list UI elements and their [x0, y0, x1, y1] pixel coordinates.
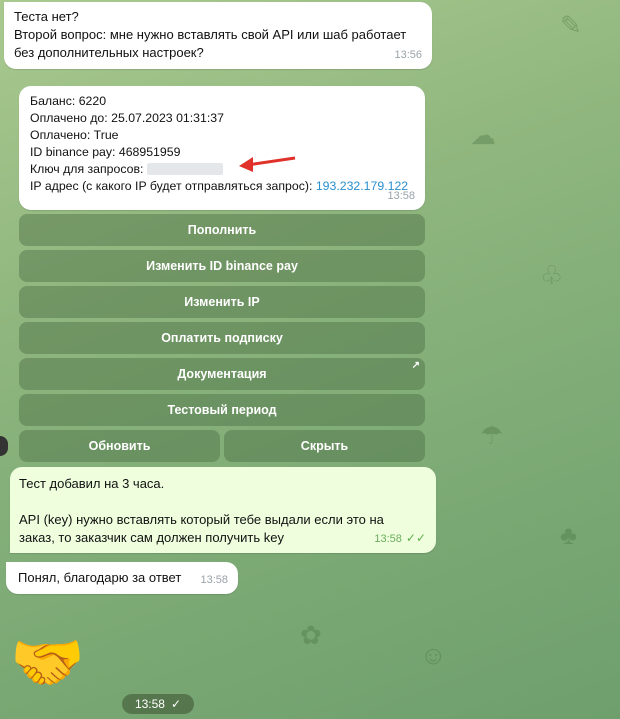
background-doodle: ☁ — [470, 120, 496, 150]
message-text: Понял, благодарю за ответ — [18, 570, 182, 585]
background-doodle: ☂ — [480, 420, 504, 450]
button-label: Обновить — [88, 439, 151, 453]
paid-until-text: Оплачено до: 25.07.2023 01:31:37 — [30, 110, 224, 125]
message-time: 13:58 — [387, 190, 415, 202]
hide-button[interactable]: Скрыть — [224, 430, 425, 462]
paid-status-text: Оплачено: True — [30, 127, 119, 142]
background-doodle: ✿ — [300, 620, 322, 650]
message-text: API (key) нужно вставлять который тебе в… — [19, 512, 384, 527]
ip-row: IP адрес (с какого IP будет отправляться… — [30, 178, 414, 195]
button-label: Оплатить подписку — [161, 331, 283, 345]
red-arrow-icon — [239, 156, 296, 172]
external-link-icon: ↗ — [411, 360, 420, 371]
time-text: 13:58 — [134, 697, 165, 711]
background-doodle: ✎ — [560, 10, 582, 40]
bot-info-message: Баланс: 6220 Оплачено до: 25.07.2023 01:… — [19, 86, 425, 210]
message-text: Второй вопрос: мне нужно вставлять свой … — [14, 27, 407, 42]
message-time: 13:58 ✓✓ — [374, 529, 426, 548]
api-key-redacted — [146, 163, 223, 176]
api-key-row: Ключ для запросов: — [30, 161, 414, 178]
ip-label: IP адрес (с какого IP будет отправляться… — [30, 178, 313, 193]
trial-period-button[interactable]: Тестовый период — [19, 394, 425, 426]
refresh-button[interactable]: Обновить — [19, 430, 220, 462]
button-label: Тестовый период — [167, 403, 277, 417]
button-label: Изменить ID binance pay — [146, 259, 298, 273]
background-doodle: ☺ — [420, 640, 447, 670]
incoming-message: Теста нет? Второй вопрос: мне нужно вста… — [4, 2, 432, 69]
incoming-message: Понял, благодарю за ответ 13:58 — [6, 562, 238, 594]
message-text: заказ, то заказчик сам должен получить k… — [19, 530, 284, 545]
binance-id-text: ID binance pay: 468951959 — [30, 144, 181, 159]
api-key-label: Ключ для запросов: — [30, 161, 144, 176]
topup-button[interactable]: Пополнить — [19, 214, 425, 246]
message-text: Теста нет? — [14, 9, 79, 24]
documentation-button[interactable]: Документация ↗ — [19, 358, 425, 390]
background-doodle: ♧ — [540, 260, 564, 290]
avatar[interactable] — [0, 436, 8, 456]
balance-text: Баланс: 6220 — [30, 94, 107, 108]
handshake-sticker[interactable]: 🤝 — [10, 628, 110, 698]
change-binance-id-button[interactable]: Изменить ID binance pay — [19, 250, 425, 282]
message-text: без дополнительных настроек? — [14, 45, 204, 60]
button-label: Пополнить — [187, 223, 257, 237]
button-label: Изменить IP — [184, 295, 260, 309]
message-time: 13:58 — [200, 574, 228, 586]
message-text: Тест добавил на 3 часа. — [19, 476, 165, 491]
sent-tick-icon: ✓ — [170, 697, 182, 711]
button-label: Скрыть — [300, 439, 349, 453]
message-time: 13:56 — [394, 49, 422, 61]
time-text: 13:58 — [374, 533, 402, 545]
change-ip-button[interactable]: Изменить IP — [19, 286, 425, 318]
background-doodle: ♣ — [560, 520, 578, 550]
read-ticks-icon: ✓✓ — [405, 531, 426, 545]
outgoing-message: Тест добавил на 3 часа. API (key) нужно … — [10, 467, 436, 553]
button-label: Документация — [177, 367, 267, 381]
sticker-time: 13:58 ✓ — [122, 694, 194, 714]
pay-subscription-button[interactable]: Оплатить подписку — [19, 322, 425, 354]
